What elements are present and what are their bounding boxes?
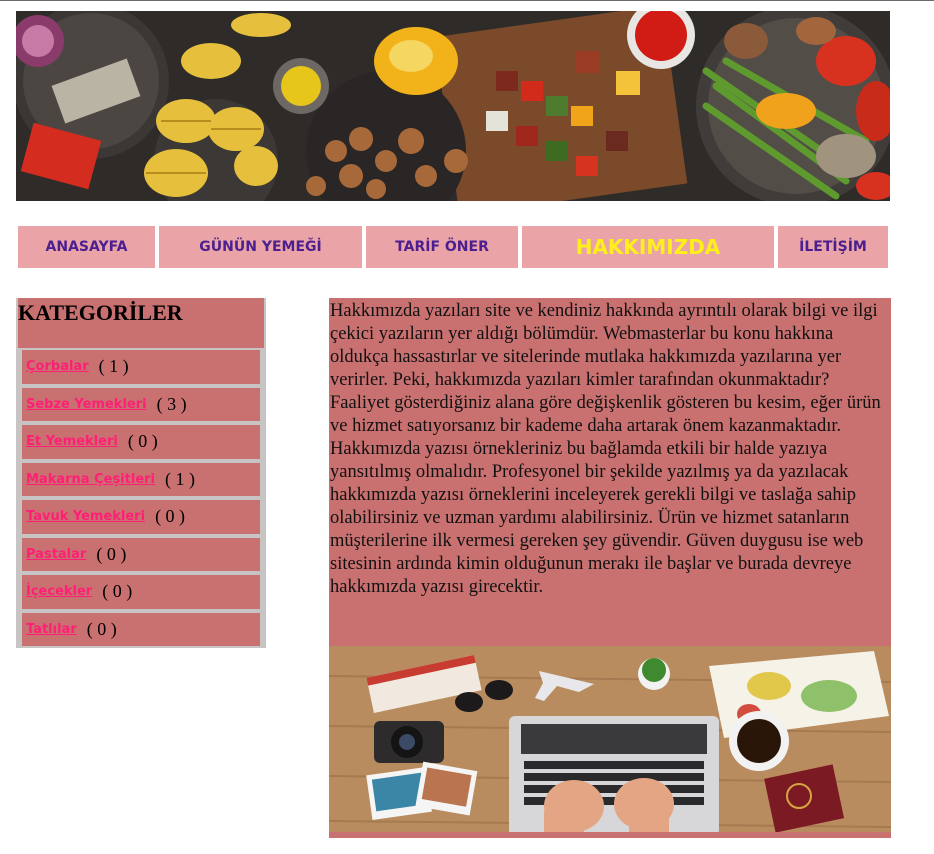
category-item: Makarna Çeşitleri ( 1 ): [18, 460, 264, 498]
about-image: [329, 646, 891, 836]
banner-image: [16, 11, 890, 201]
category-count: ( 0 ): [155, 506, 186, 527]
category-count: ( 1 ): [165, 468, 195, 489]
category-count: ( 3 ): [156, 393, 187, 414]
category-item: Pastalar ( 0 ): [18, 535, 264, 573]
category-list: Çorbalar ( 1 ) Sebze Yemekleri ( 3 ) Et …: [18, 348, 264, 648]
category-count: ( 0 ): [86, 618, 117, 639]
category-count: ( 1 ): [98, 356, 129, 377]
about-bottom-strip: [329, 832, 891, 838]
category-item: Çorbalar ( 1 ): [18, 348, 264, 386]
category-link-icecekler[interactable]: İçecekler: [26, 584, 92, 599]
category-count: ( 0 ): [102, 581, 133, 602]
nav-dish-of-the-day[interactable]: GÜNÜN YEMEĞİ: [157, 224, 364, 270]
category-item: Sebze Yemekleri ( 3 ): [18, 385, 264, 423]
category-link-tavuk-yemekleri[interactable]: Tavuk Yemekleri: [26, 509, 145, 524]
nav-home[interactable]: ANASAYFA: [16, 224, 157, 270]
category-item: Tavuk Yemekleri ( 0 ): [18, 498, 264, 536]
categories-sidebar: KATEGORİLER Çorbalar ( 1 ) Sebze Yemekle…: [16, 298, 266, 648]
category-link-pastalar[interactable]: Pastalar: [26, 547, 86, 562]
category-item: İçecekler ( 0 ): [18, 573, 264, 611]
category-link-tatlilar[interactable]: Tatlılar: [26, 622, 77, 637]
category-item: Et Yemekleri ( 0 ): [18, 423, 264, 461]
category-link-makarna-cesitleri[interactable]: Makarna Çeşitleri: [26, 472, 155, 487]
category-link-corbalar[interactable]: Çorbalar: [26, 359, 89, 374]
about-text: Hakkımızda yazıları site ve kendiniz hak…: [330, 301, 881, 597]
category-link-sebze-yemekleri[interactable]: Sebze Yemekleri: [26, 397, 147, 412]
main-nav: ANASAYFA GÜNÜN YEMEĞİ TARİF ÖNER HAKKIMI…: [16, 224, 890, 270]
nav-contact[interactable]: İLETİŞİM: [776, 224, 890, 270]
top-divider: [0, 0, 934, 1]
category-count: ( 0 ): [96, 543, 127, 564]
about-section: Hakkımızda yazıları site ve kendiniz hak…: [329, 298, 891, 646]
categories-title: KATEGORİLER: [18, 300, 183, 325]
nav-about[interactable]: HAKKIMIZDA: [520, 224, 776, 270]
nav-suggest-recipe[interactable]: TARİF ÖNER: [364, 224, 520, 270]
category-count: ( 0 ): [127, 431, 158, 452]
category-link-et-yemekleri[interactable]: Et Yemekleri: [26, 434, 118, 449]
category-item: Tatlılar ( 0 ): [18, 610, 264, 648]
